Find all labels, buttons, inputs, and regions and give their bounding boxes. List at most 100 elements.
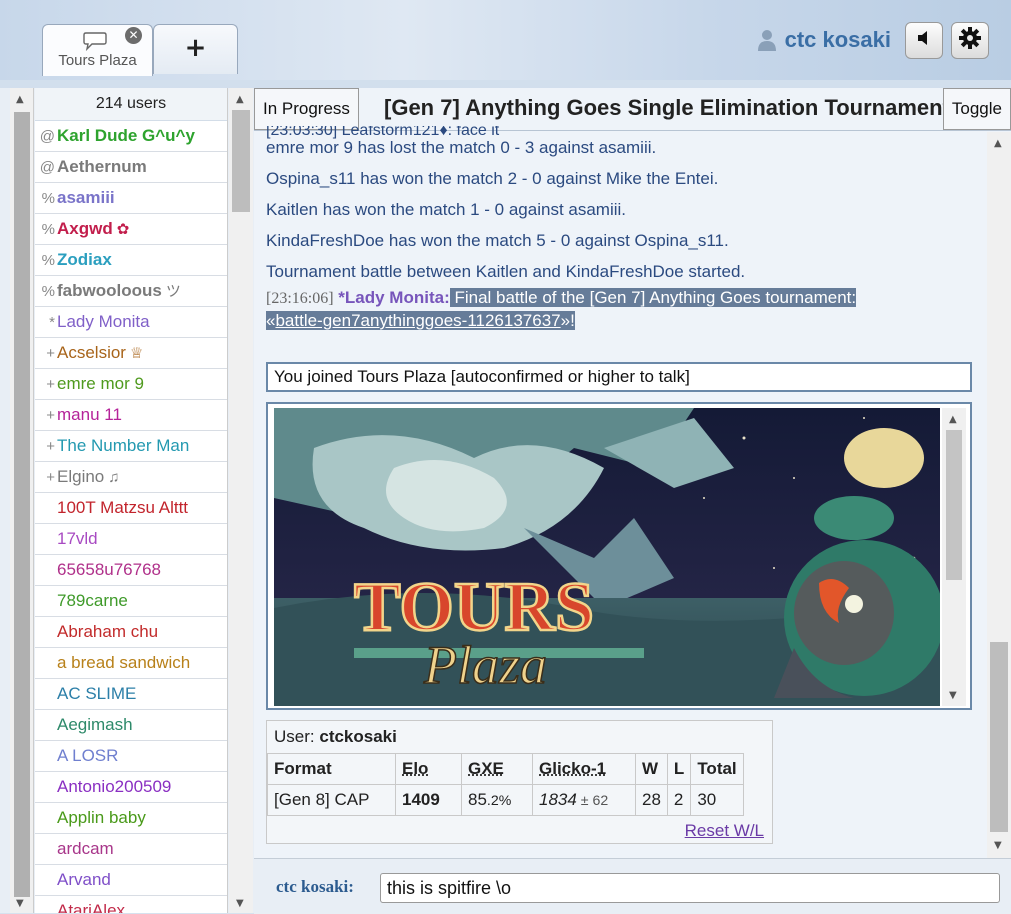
user-list-item[interactable]: a bread sandwich [35, 648, 227, 679]
add-room-button[interactable]: + [153, 24, 238, 74]
scroll-down-icon[interactable]: ▼ [236, 898, 244, 909]
toggle-button[interactable]: Toggle [942, 88, 1011, 130]
in-progress-button[interactable]: In Progress [254, 88, 359, 130]
message-input[interactable]: this is spitfire \o [380, 873, 1000, 903]
left-scrollbar[interactable]: ▲ ▼ [10, 88, 34, 913]
user-name[interactable]: 100T Matzsu Alttt [57, 498, 188, 517]
user-name[interactable]: AtariAlex [57, 901, 125, 913]
scroll-up-icon[interactable]: ▲ [994, 138, 1002, 149]
user-list-item[interactable]: + manu 11 [35, 400, 227, 431]
user-list-item[interactable]: Arvand [35, 865, 227, 896]
elo-value: 1409 [402, 790, 440, 809]
user-name[interactable]: ardcam [57, 839, 114, 858]
col-w: W [635, 753, 668, 785]
user-list-item[interactable]: 100T Matzsu Alttt [35, 493, 227, 524]
userlist-panel: ▲ ▼ 214 users @ Karl Dude G^u^y @ Aethernum… [0, 88, 254, 913]
tournament-title: [Gen 7] Anything Goes Single Elimination… [384, 95, 950, 120]
user-list-item[interactable]: ardcam [35, 834, 227, 865]
user-name[interactable]: manu 11 [57, 405, 122, 424]
user-name[interactable]: asamiii [57, 188, 115, 207]
user-name[interactable]: AC SLIME [57, 684, 136, 703]
scroll-thumb[interactable] [14, 112, 30, 897]
scroll-thumb[interactable] [990, 642, 1008, 832]
scroll-down-icon[interactable]: ▼ [994, 840, 1002, 851]
user-name[interactable]: a bread sandwich [57, 653, 190, 672]
settings-button[interactable] [951, 21, 989, 59]
cell-glicko: 1834 ± 62 [532, 784, 636, 816]
user-list-item[interactable]: + Acselsior ♕ [35, 338, 227, 369]
user-list-item[interactable]: @ Karl Dude G^u^y [35, 121, 227, 152]
user-name[interactable]: Applin baby [57, 808, 146, 827]
user-list-item[interactable]: AtariAlex [35, 896, 227, 913]
cell-gxe: 85.2% [461, 784, 533, 816]
user-list-item[interactable]: + The Number Man [35, 431, 227, 462]
username-button[interactable]: ctc kosaki [785, 27, 891, 53]
user-list-item[interactable]: Antonio200509 [35, 772, 227, 803]
user-name[interactable]: Acselsior [57, 343, 126, 362]
user-name[interactable]: The Number Man [57, 436, 189, 455]
banner-scrollbar[interactable]: ▲ ▼ [942, 408, 966, 706]
user-list-item[interactable]: 65658u76768 [35, 555, 227, 586]
user-name[interactable]: Elgino [57, 467, 104, 486]
chat-message: KindaFreshDoe has won the match 5 - 0 ag… [266, 231, 729, 250]
user-list-item[interactable]: * Lady Monita [35, 307, 227, 338]
reset-wl-button[interactable]: Reset W/L [685, 821, 764, 841]
tab-tours-plaza[interactable]: ✕ Tours Plaza [42, 24, 153, 76]
col-glicko: Glicko-1 [532, 753, 636, 785]
user-name[interactable]: Arvand [57, 870, 111, 889]
user-name[interactable]: Antonio200509 [57, 777, 171, 796]
close-tab-icon[interactable]: ✕ [125, 27, 142, 44]
scroll-down-icon[interactable]: ▼ [949, 690, 957, 701]
scroll-down-icon[interactable]: ▼ [16, 898, 24, 909]
user-name[interactable]: 789carne [57, 591, 128, 610]
user-list-item[interactable]: 789carne [35, 586, 227, 617]
sound-button[interactable] [905, 21, 943, 59]
user-rank-symbol: + [46, 345, 55, 362]
user-list-item[interactable]: + Elgino ♫ [35, 462, 227, 493]
scroll-up-icon[interactable]: ▲ [949, 414, 957, 425]
user-name[interactable]: fabwooloous [57, 281, 162, 300]
banner-box: TOURS Plaza ▲ ▼ [266, 402, 972, 710]
user-rank-symbol: + [46, 438, 55, 455]
user-list-item[interactable]: % asamiii [35, 183, 227, 214]
user-list-item[interactable]: % fabwooloous ツ [35, 276, 227, 307]
tab-label: Tours Plaza [58, 52, 137, 69]
scroll-thumb[interactable] [946, 430, 962, 580]
user-name[interactable]: Axgwd [57, 219, 113, 238]
user-name[interactable]: Lady Monita [57, 312, 150, 331]
user-status-icon: ✿ [116, 221, 130, 238]
user-list-item[interactable]: Aegimash [35, 710, 227, 741]
scroll-up-icon[interactable]: ▲ [16, 94, 24, 105]
user-name[interactable]: Zodiax [57, 250, 112, 269]
user-list: 214 users @ Karl Dude G^u^y @ Aethernum% asa… [35, 88, 228, 913]
user-name[interactable]: emre mor 9 [57, 374, 144, 393]
user-name[interactable]: 65658u76768 [57, 560, 161, 579]
user-list-item[interactable]: + emre mor 9 [35, 369, 227, 400]
header-bar: ✕ Tours Plaza + ctc kosaki [0, 0, 1011, 80]
user-name[interactable]: Abraham chu [57, 622, 158, 641]
battle-link[interactable]: battle-gen7anythinggoes-1126137637 [275, 311, 560, 330]
user-name[interactable]: A LOSR [57, 746, 118, 765]
chat-scrollbar[interactable]: ▲ ▼ [987, 132, 1011, 858]
userlist-scrollbar[interactable]: ▲ ▼ [229, 88, 253, 913]
scroll-thumb[interactable] [232, 110, 250, 212]
scroll-up-icon[interactable]: ▲ [236, 94, 244, 105]
user-name[interactable]: Aethernum [57, 157, 147, 176]
user-list-item[interactable]: AC SLIME [35, 679, 227, 710]
chat-log: emre mor 9 has lost the match 0 - 3 agai… [266, 132, 974, 332]
user-list-item[interactable]: Abraham chu [35, 617, 227, 648]
user-list-item[interactable]: % Zodiax [35, 245, 227, 276]
user-list-item[interactable]: A LOSR [35, 741, 227, 772]
message-author[interactable]: *Lady Monita: [338, 288, 449, 307]
user-name[interactable]: Aegimash [57, 715, 133, 734]
user-list-item[interactable]: @ Aethernum [35, 152, 227, 183]
user-list-item[interactable]: 17vld [35, 524, 227, 555]
user-icon [757, 28, 777, 52]
user-list-item[interactable]: % Axgwd ✿ [35, 214, 227, 245]
col-gxe: GXE [461, 753, 533, 785]
user-name[interactable]: 17vld [57, 529, 98, 548]
user-name[interactable]: Karl Dude G^u^y [57, 126, 195, 145]
timestamp: [23:16:06] [266, 290, 334, 307]
user-list-item[interactable]: Applin baby [35, 803, 227, 834]
col-format: Format [267, 753, 396, 785]
